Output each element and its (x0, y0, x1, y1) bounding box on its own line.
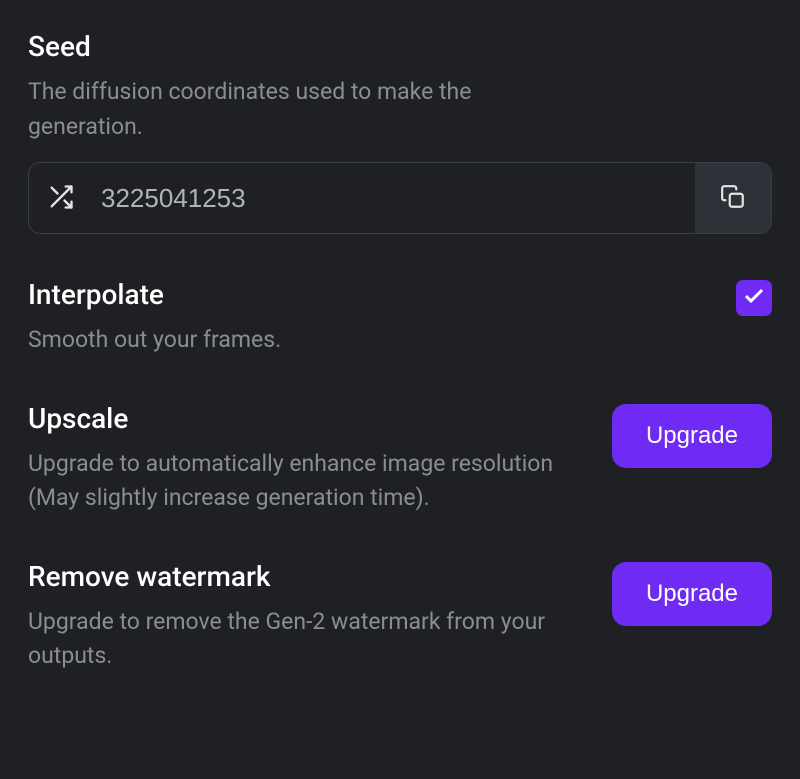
shuffle-button[interactable] (29, 163, 93, 233)
interpolate-description: Smooth out your frames. (28, 323, 558, 358)
remove-watermark-section: Remove watermark Upgrade to remove the G… (28, 560, 772, 674)
interpolate-section: Interpolate Smooth out your frames. (28, 278, 772, 358)
remove-watermark-upgrade-button[interactable]: Upgrade (612, 562, 772, 626)
upscale-description: Upgrade to automatically enhance image r… (28, 447, 558, 516)
upscale-title: Upscale (28, 402, 612, 435)
seed-title: Seed (28, 30, 772, 63)
copy-button[interactable] (695, 163, 771, 233)
seed-input-row (28, 162, 772, 234)
remove-watermark-title: Remove watermark (28, 560, 612, 593)
upscale-section: Upscale Upgrade to automatically enhance… (28, 402, 772, 516)
seed-description: The diffusion coordinates used to make t… (28, 75, 558, 144)
seed-input[interactable] (93, 163, 695, 233)
interpolate-checkbox[interactable] (736, 280, 772, 316)
checkmark-icon (742, 284, 766, 312)
interpolate-title: Interpolate (28, 278, 736, 311)
copy-icon (720, 184, 746, 213)
remove-watermark-description: Upgrade to remove the Gen-2 watermark fr… (28, 605, 558, 674)
upscale-upgrade-button[interactable]: Upgrade (612, 404, 772, 468)
shuffle-icon (47, 183, 75, 214)
seed-section: Seed The diffusion coordinates used to m… (28, 30, 772, 234)
